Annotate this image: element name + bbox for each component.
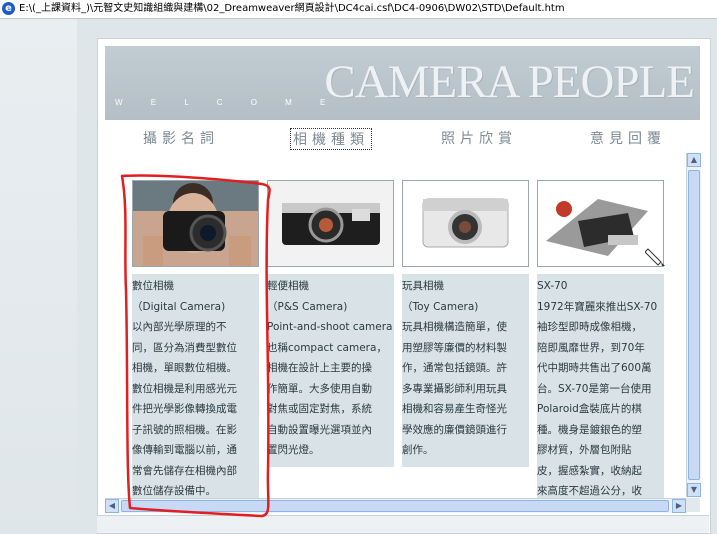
browser-icon: e [2,2,15,15]
vertical-scroll-thumb[interactable] [688,170,700,480]
nav-photo-terms[interactable]: 攝影名詞 [143,128,219,148]
camera-card-toy: 玩具相機 （Toy Camera) 玩具相機構造簡單，使 用塑膠等廉價的材料製 … [402,180,529,467]
site-banner: W E L C O M E CAMERA PEOPLE [105,46,700,120]
camera-card-sx70: SX-70 1972年寶麗來推出SX-70 袖珍型即時成像相機， 陪即風靡世界，… [537,180,664,508]
toy-camera-photo [402,180,529,267]
main-nav: 攝影名詞 相機種類 照片欣賞 意見回覆 [105,126,700,152]
vertical-scrollbar[interactable]: ▲ ▼ [686,153,701,497]
sx70-camera-description: SX-70 1972年寶麗來推出SX-70 袖珍型即時成像相機， 陪即風靡世界，… [537,274,664,508]
scroll-right-button[interactable]: ▶ [672,499,686,513]
ps-camera-description: 輕便相機 （P&S Camera) Point-and-shoot camera… [267,274,394,467]
scroll-down-button[interactable]: ▼ [687,483,701,497]
pen-cursor-icon [645,248,665,266]
red-annotation-outline [120,174,271,518]
nav-camera-types[interactable]: 相機種類 [290,128,372,150]
nav-photo-gallery[interactable]: 照片欣賞 [441,128,517,148]
brand-logo-text: CAMERA PEOPLE [324,56,695,108]
scroll-up-button[interactable]: ▲ [687,153,701,167]
left-gutter [0,19,77,532]
toy-camera-description: 玩具相機 （Toy Camera) 玩具相機構造簡單，使 用塑膠等廉價的材料製 … [402,274,529,467]
camera-card-ps: 輕便相機 （P&S Camera) Point-and-shoot camera… [267,180,394,467]
welcome-text: W E L C O M E [115,98,339,107]
ps-camera-photo [267,180,394,267]
nav-feedback[interactable]: 意見回覆 [590,128,666,148]
scroll-corner [686,498,700,512]
window-titlebar: e E:\(_上課資料_)\元智文史知識組織與建構\02_Dreamweaver… [0,0,717,19]
file-path: E:\(_上課資料_)\元智文史知識組織與建構\02_Dreamweaver網頁… [19,3,565,14]
